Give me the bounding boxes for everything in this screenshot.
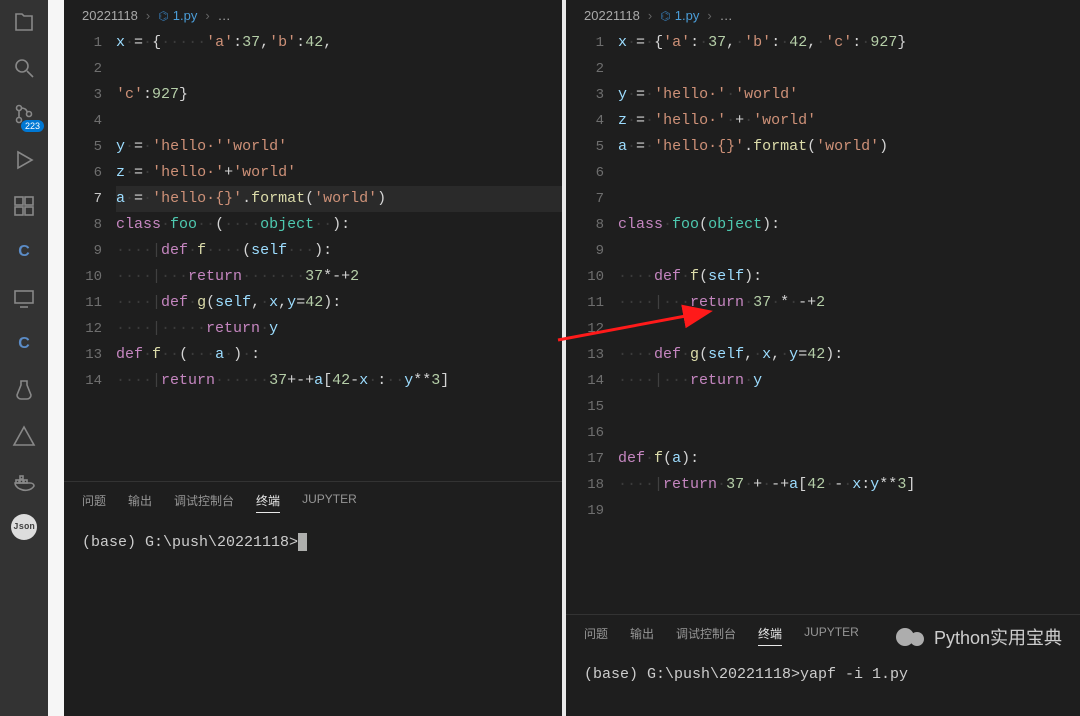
- watermark: Python实用宝典: [896, 624, 1062, 650]
- breadcrumb-folder[interactable]: 20221118: [82, 8, 138, 23]
- split-panes: 20221118 › 1.py › … 1234567891011121314 …: [64, 0, 1080, 716]
- c2-icon[interactable]: C: [10, 330, 38, 358]
- tab-debug[interactable]: 调试控制台: [174, 492, 234, 513]
- terminal-panel-left: 问题 输出 调试控制台 终端 JUPYTER (base) G:\push\20…: [64, 481, 562, 716]
- panel-tabs: 问题 输出 调试控制台 终端 JUPYTER: [64, 482, 562, 521]
- chevron-right-icon: ›: [146, 8, 150, 23]
- code-editor-right[interactable]: 12345678910111213141516171819 x·=·{'a':·…: [566, 30, 1080, 614]
- docker-icon[interactable]: [10, 468, 38, 496]
- breadcrumbs-right[interactable]: 20221118 › 1.py › …: [566, 0, 1080, 30]
- breadcrumb-tail[interactable]: …: [218, 8, 231, 23]
- explorer-icon[interactable]: [10, 8, 38, 36]
- left-margin: [48, 0, 64, 716]
- code-left[interactable]: x·=·{·····'a':37,'b':42,'c':927}y·=·'hel…: [116, 30, 562, 481]
- breadcrumb-file[interactable]: 1.py: [660, 8, 699, 23]
- scm-badge: 223: [21, 120, 44, 132]
- tab-problems[interactable]: 问题: [82, 492, 106, 513]
- breadcrumb-tail[interactable]: …: [720, 8, 733, 23]
- gutter-left: 1234567891011121314: [64, 30, 116, 481]
- terminal-body-left[interactable]: (base) G:\push\20221118>: [64, 521, 562, 716]
- c-icon[interactable]: C: [10, 238, 38, 266]
- testing-icon[interactable]: [10, 376, 38, 404]
- tab-debug[interactable]: 调试控制台: [676, 625, 736, 646]
- tab-problems[interactable]: 问题: [584, 625, 608, 646]
- debug-icon[interactable]: [10, 146, 38, 174]
- scm-icon[interactable]: 223: [10, 100, 38, 128]
- chevron-right-icon: ›: [648, 8, 652, 23]
- tab-terminal[interactable]: 终端: [256, 492, 280, 513]
- editor-pane-left: 20221118 › 1.py › … 1234567891011121314 …: [64, 0, 562, 716]
- tab-output[interactable]: 输出: [630, 625, 654, 646]
- remote-icon[interactable]: [10, 284, 38, 312]
- chevron-right-icon: ›: [707, 8, 711, 23]
- json-icon[interactable]: Json: [11, 514, 37, 540]
- terminal-cursor: [298, 533, 307, 551]
- wechat-icon: [896, 626, 930, 648]
- breadcrumbs-left[interactable]: 20221118 › 1.py › …: [64, 0, 562, 30]
- search-icon[interactable]: [10, 54, 38, 82]
- tab-jupyter[interactable]: JUPYTER: [302, 492, 357, 513]
- chevron-right-icon: ›: [205, 8, 209, 23]
- code-right[interactable]: x·=·{'a':·37,·'b':·42,·'c':·927}y·=·'hel…: [618, 30, 1080, 614]
- editor-pane-right: 20221118 › 1.py › … 12345678910111213141…: [566, 0, 1080, 716]
- breadcrumb-folder[interactable]: 20221118: [584, 8, 640, 23]
- breadcrumb-file[interactable]: 1.py: [158, 8, 197, 23]
- extensions-icon[interactable]: [10, 192, 38, 220]
- tab-terminal[interactable]: 终端: [758, 625, 782, 646]
- gutter-right: 12345678910111213141516171819: [566, 30, 618, 614]
- tab-jupyter[interactable]: JUPYTER: [804, 625, 859, 646]
- warning-icon[interactable]: [10, 422, 38, 450]
- terminal-body-right[interactable]: (base) G:\push\20221118>yapf -i 1.py: [566, 654, 1080, 716]
- tab-output[interactable]: 输出: [128, 492, 152, 513]
- code-editor-left[interactable]: 1234567891011121314 x·=·{·····'a':37,'b'…: [64, 30, 562, 481]
- activity-bar: 223 C C Json: [0, 0, 48, 716]
